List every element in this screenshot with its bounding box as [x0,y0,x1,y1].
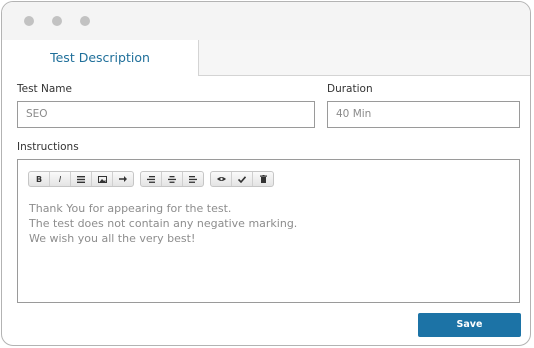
arrow-right-icon[interactable] [113,172,133,186]
instructions-editor[interactable]: B I Thank You for appearing for the test… [17,159,520,303]
instructions-label: Instructions [17,141,79,153]
window-minimize-dot[interactable] [52,16,62,26]
tab-strip: Test Description [2,40,530,76]
image-icon[interactable] [92,172,113,186]
instructions-line: The test does not contain any negative m… [29,217,298,230]
check-icon[interactable] [232,172,253,186]
align-left-icon[interactable] [183,172,203,186]
duration-label: Duration [327,83,373,95]
list-icon[interactable] [71,172,92,186]
align-center-icon[interactable] [162,172,183,186]
eye-icon[interactable] [211,172,232,186]
toolbar-group-align [140,171,204,187]
test-name-input[interactable]: SEO [17,101,315,128]
app-window: Test Description Test Name SEO Duration … [1,1,531,346]
toolbar-group-actions [210,171,274,187]
bold-icon[interactable]: B [29,172,50,186]
test-name-label: Test Name [17,83,72,95]
editor-toolbar: B I [28,171,280,187]
toolbar-group-format: B I [28,171,134,187]
tab-test-description[interactable]: Test Description [2,40,199,76]
trash-icon[interactable] [253,172,273,186]
duration-input[interactable]: 40 Min [327,101,520,128]
align-right-icon[interactable] [141,172,162,186]
save-button[interactable]: Save [418,313,521,337]
window-maximize-dot[interactable] [80,16,90,26]
italic-icon[interactable]: I [50,172,71,186]
instructions-text[interactable]: Thank You for appearing for the test. Th… [29,201,297,246]
instructions-line: Thank You for appearing for the test. [29,202,232,215]
title-bar [2,2,530,41]
window-close-dot[interactable] [24,16,34,26]
instructions-line: We wish you all the very best! [29,232,196,245]
